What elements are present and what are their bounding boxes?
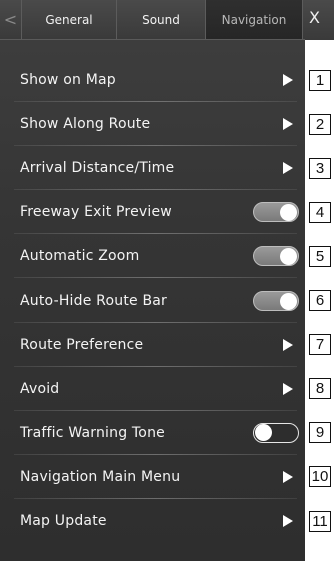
settings-row[interactable]: Traffic Warning Tone <box>0 411 305 455</box>
settings-row[interactable]: Auto-Hide Route Bar <box>0 278 305 323</box>
toggle-knob <box>255 424 272 442</box>
callout-number: 10 <box>309 466 331 488</box>
play-arrow-icon[interactable] <box>283 382 293 395</box>
callout-number: 2 <box>309 113 331 135</box>
settings-row[interactable]: Navigation Main Menu <box>0 455 305 499</box>
navigation-settings-screen: < General Sound Navigation Show on Map Sh… <box>0 0 305 561</box>
settings-row-label: Map Update <box>20 512 107 529</box>
tab-navigation[interactable]: Navigation <box>206 0 303 39</box>
play-arrow-icon[interactable] <box>283 74 293 87</box>
tab-close-icon[interactable]: X <box>309 8 320 27</box>
play-arrow-icon[interactable] <box>283 162 293 175</box>
settings-row[interactable]: Show on Map <box>0 58 305 103</box>
settings-row[interactable]: Freeway Exit Preview <box>0 190 305 235</box>
play-arrow-icon[interactable] <box>283 514 293 527</box>
settings-row-label: Avoid <box>20 380 60 397</box>
callout-number: 8 <box>309 378 331 400</box>
tab-sound[interactable]: Sound <box>117 0 206 39</box>
callout-number: 5 <box>309 245 331 267</box>
settings-row-label: Freeway Exit Preview <box>20 204 172 221</box>
toggle-switch[interactable] <box>253 422 299 443</box>
settings-row-label: Show on Map <box>20 72 116 89</box>
toggle-switch[interactable] <box>253 202 299 223</box>
callout-number: 4 <box>309 201 331 223</box>
tab-general[interactable]: General <box>22 0 117 39</box>
callout-number: 9 <box>309 422 331 444</box>
settings-row-label: Navigation Main Menu <box>20 468 181 485</box>
settings-row-label: Automatic Zoom <box>20 248 140 265</box>
callout-number: 6 <box>309 290 331 312</box>
settings-list: Show on Map Show Along Route Arrival Dista… <box>0 58 305 543</box>
settings-row-label: Auto-Hide Route Bar <box>20 292 168 309</box>
settings-row-label: Traffic Warning Tone <box>20 424 165 441</box>
settings-row[interactable]: Show Along Route <box>0 102 305 147</box>
toggle-switch[interactable] <box>253 290 299 311</box>
settings-row[interactable]: Route Preference <box>0 323 305 367</box>
toggle-switch[interactable] <box>253 246 299 267</box>
settings-row-label: Show Along Route <box>20 116 151 133</box>
tab-scroll-left-icon[interactable]: < <box>0 0 22 39</box>
settings-row[interactable]: Map Update <box>0 499 305 543</box>
tab-bar: < General Sound Navigation <box>0 0 305 40</box>
settings-row[interactable]: Arrival Distance/Time <box>0 146 305 191</box>
callout-number: 7 <box>309 334 331 356</box>
play-arrow-icon[interactable] <box>283 470 293 483</box>
callout-number: 11 <box>309 510 331 532</box>
toggle-knob <box>280 204 297 222</box>
callout-number: 1 <box>309 69 331 91</box>
settings-row-label: Route Preference <box>20 336 144 353</box>
toggle-knob <box>280 248 297 266</box>
play-arrow-icon[interactable] <box>283 338 293 351</box>
callout-number: 3 <box>309 157 331 179</box>
settings-row[interactable]: Avoid <box>0 367 305 411</box>
settings-row-label: Arrival Distance/Time <box>20 160 175 177</box>
play-arrow-icon[interactable] <box>283 118 293 131</box>
settings-row[interactable]: Automatic Zoom <box>0 234 305 279</box>
toggle-knob <box>280 292 297 310</box>
